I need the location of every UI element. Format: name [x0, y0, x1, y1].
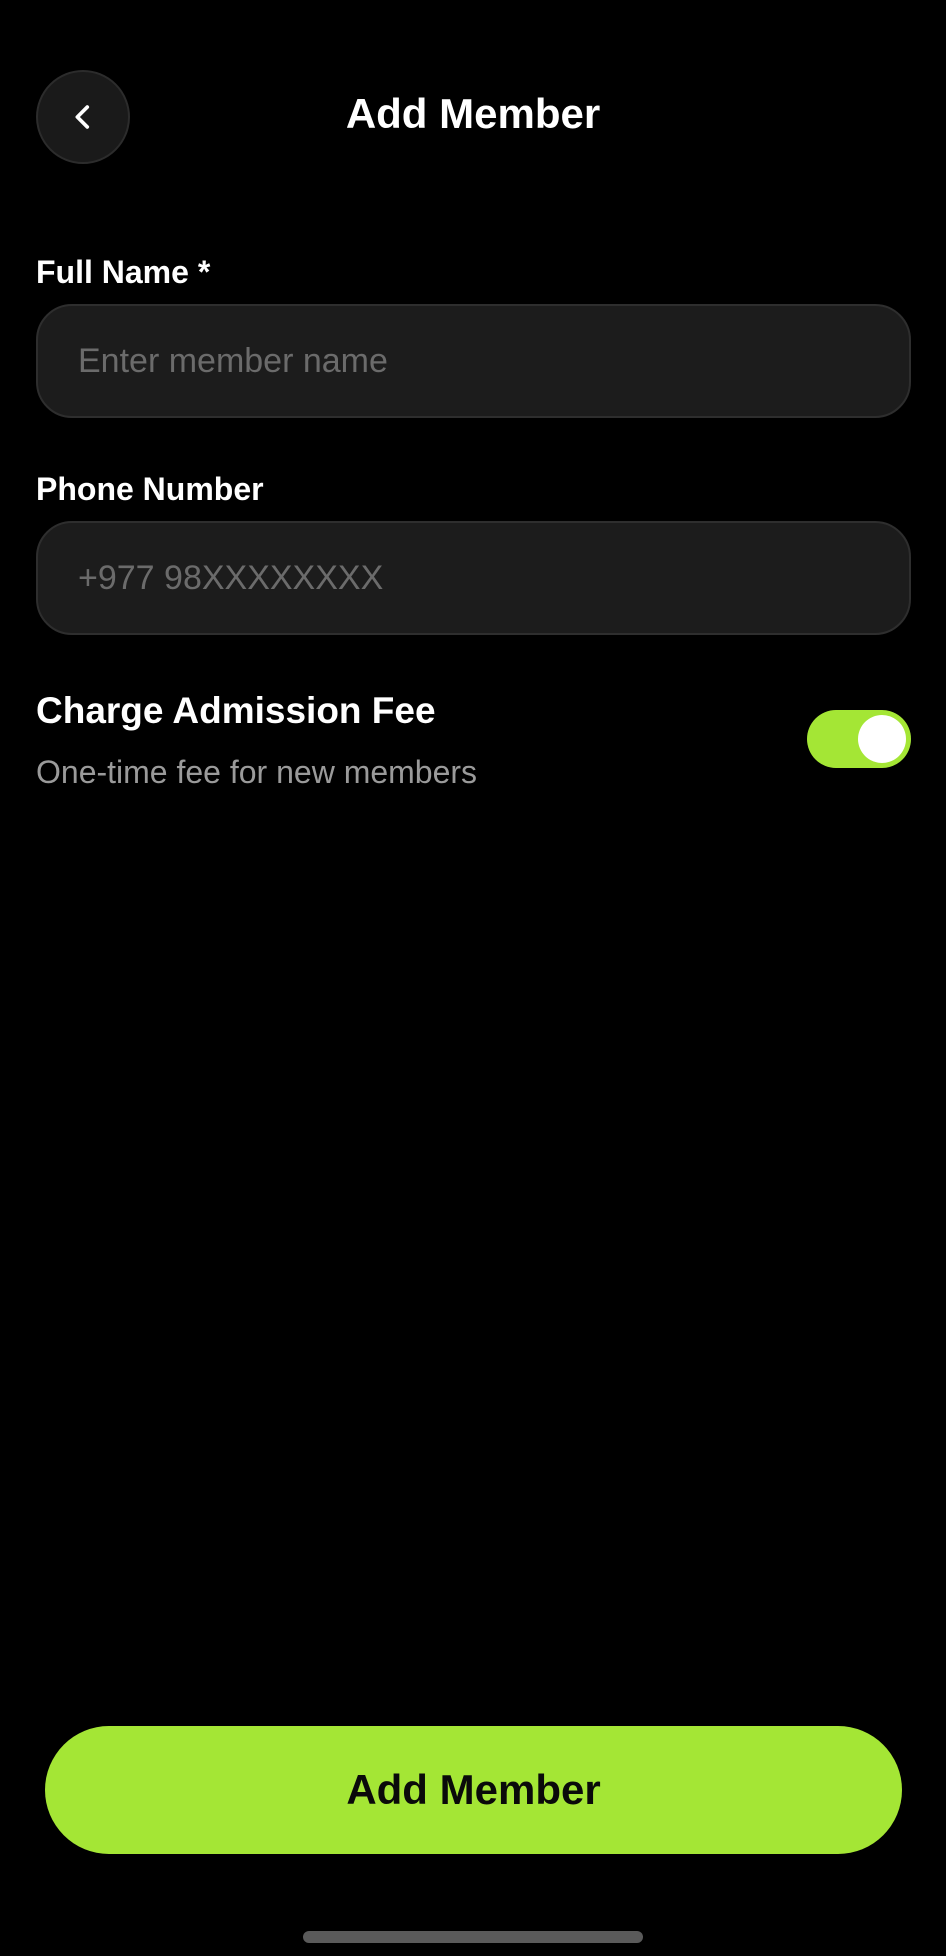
toggle-knob	[858, 715, 906, 763]
home-indicator	[303, 1931, 643, 1943]
phone-number-input[interactable]	[36, 521, 911, 635]
add-member-screen: Add Member Full Name * Phone Number Char…	[0, 0, 946, 1956]
admission-fee-toggle[interactable]	[807, 710, 911, 768]
full-name-label: Full Name *	[36, 254, 211, 290]
admission-fee-subtitle: One-time fee for new members	[36, 754, 478, 790]
admission-fee-row: Charge Admission Fee One-time fee for ne…	[36, 690, 911, 800]
admission-fee-title: Charge Admission Fee	[36, 690, 436, 731]
add-member-button[interactable]: Add Member	[45, 1726, 902, 1854]
phone-number-label: Phone Number	[36, 471, 264, 507]
page-title: Add Member	[345, 90, 601, 137]
full-name-input[interactable]	[36, 304, 911, 418]
header: Add Member	[0, 0, 946, 200]
